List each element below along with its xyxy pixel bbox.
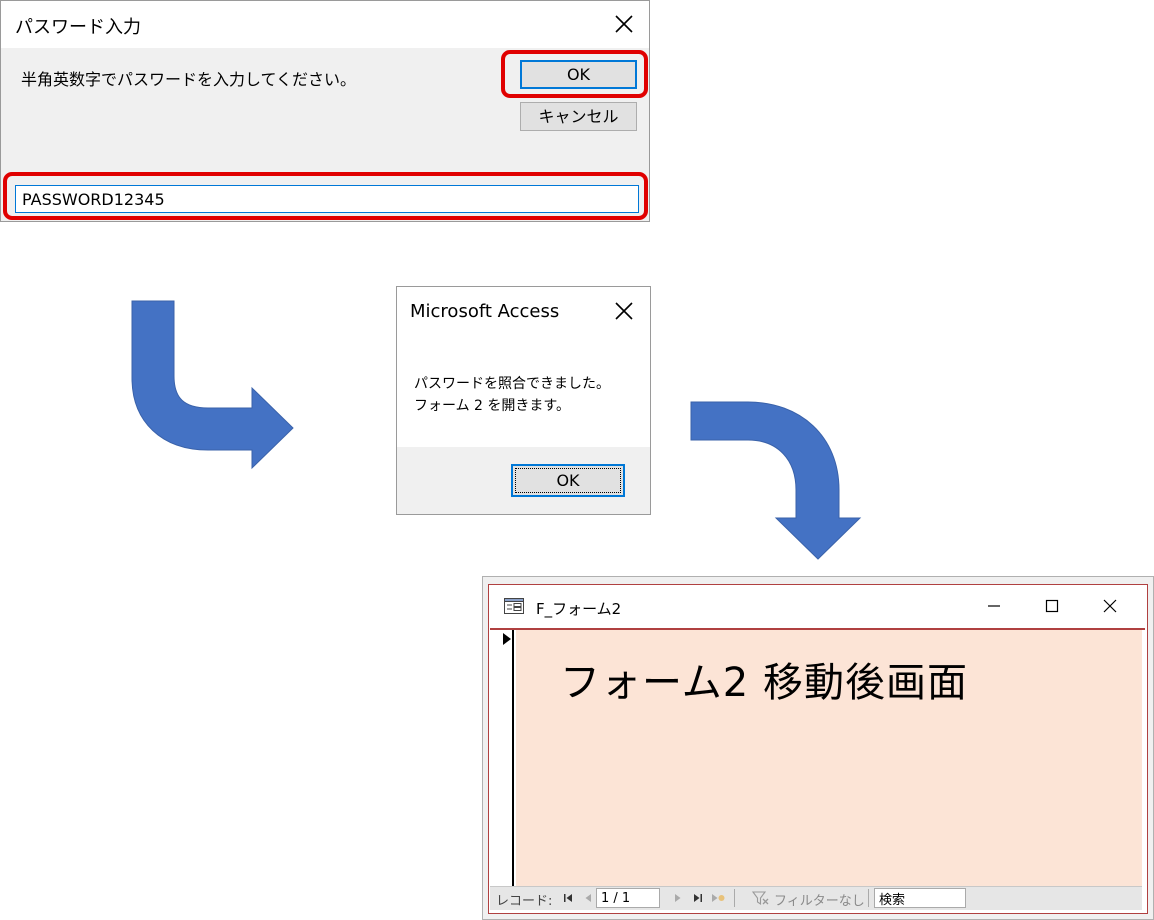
- dialog-message-line-2: フォーム 2 を開きます。: [414, 398, 570, 414]
- tutorial-canvas: パスワード入力 半角英数字でパスワードを入力してください。 OK キャンセル M…: [0, 0, 1154, 920]
- first-record-icon[interactable]: [560, 890, 576, 906]
- form2-window: F_フォーム2 フォーム2 移動後画面 レコード: 1 / 1 フィルターなし …: [482, 576, 1154, 920]
- dialog-titlebar: パスワード入力: [1, 1, 649, 48]
- flow-arrow-down-right: [131, 300, 294, 470]
- nav-separator: [868, 889, 869, 907]
- access-message-dialog: Microsoft Access パスワードを照合できました。 フォーム 2 を…: [396, 286, 651, 515]
- record-navigation-bar: レコード: 1 / 1 フィルターなし 検索: [490, 886, 1142, 910]
- dialog-message-line-1: パスワードを照合できました。: [414, 376, 610, 392]
- record-label: レコード:: [496, 894, 553, 909]
- previous-record-icon[interactable]: [580, 890, 596, 906]
- password-input[interactable]: [15, 185, 639, 213]
- form-title: F_フォーム2: [536, 600, 622, 618]
- cancel-button[interactable]: キャンセル: [520, 102, 637, 131]
- password-input-dialog: パスワード入力 半角英数字でパスワードを入力してください。 OK キャンセル: [0, 0, 650, 222]
- ok-button[interactable]: OK: [520, 60, 637, 89]
- last-record-icon[interactable]: [690, 890, 706, 906]
- dialog-message: 半角英数字でパスワードを入力してください。: [21, 70, 357, 89]
- current-record-arrow-icon: [503, 633, 511, 645]
- ok-button[interactable]: OK: [511, 464, 625, 497]
- next-record-icon[interactable]: [670, 890, 686, 906]
- nav-separator: [734, 889, 735, 907]
- close-icon[interactable]: [1100, 596, 1120, 616]
- ok-button-label: OK: [556, 471, 580, 490]
- search-input[interactable]: [874, 888, 966, 908]
- filter-icon[interactable]: [752, 890, 770, 906]
- filter-status-label: フィルターなし: [774, 894, 865, 909]
- dialog-title: パスワード入力: [15, 17, 141, 38]
- dialog-title: Microsoft Access: [410, 301, 560, 322]
- flow-arrow-right-down: [690, 401, 862, 560]
- record-selector[interactable]: [490, 630, 514, 886]
- minimize-icon[interactable]: [984, 596, 1004, 616]
- form-icon: [504, 598, 524, 614]
- new-record-icon[interactable]: [710, 890, 726, 906]
- form-heading-label: フォーム2 移動後画面: [560, 660, 968, 706]
- record-counter-input[interactable]: [596, 888, 660, 908]
- close-icon[interactable]: [613, 300, 635, 322]
- close-icon[interactable]: [613, 13, 635, 35]
- maximize-icon[interactable]: [1042, 596, 1062, 616]
